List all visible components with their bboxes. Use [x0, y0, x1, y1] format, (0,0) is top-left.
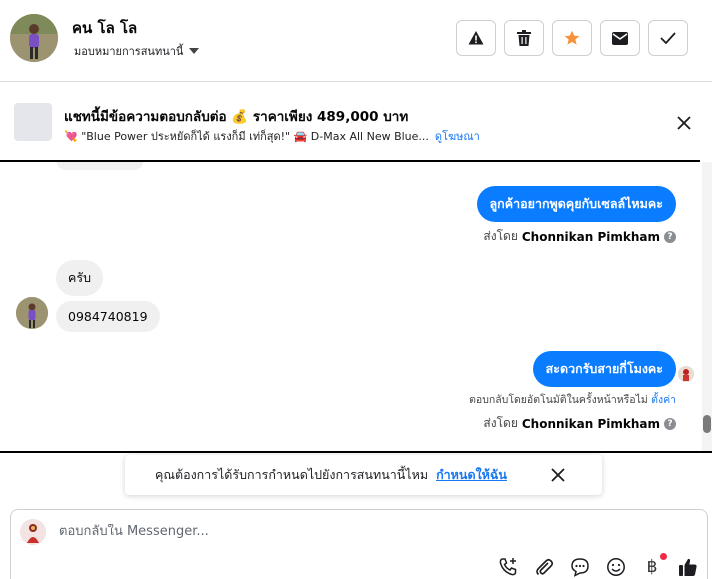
- ad-subtitle: 💘 "Blue Power ประหยัดก็ได้ แรงก็มี เท่ก็…: [64, 127, 480, 145]
- notification-dot: [660, 553, 667, 560]
- warning-icon: [468, 31, 484, 45]
- ad-title: แชทนี้มีข้อความตอบกลับต่อ 💰 ราคาเพียง 48…: [64, 109, 409, 125]
- mark-done-button[interactable]: [648, 20, 688, 56]
- check-icon: [660, 32, 676, 44]
- divider: [0, 451, 712, 453]
- emoji-button[interactable]: [605, 556, 627, 578]
- contact-avatar-small: [16, 297, 48, 329]
- ad-context-banner: แชทนี้มีข้อความตอบกลับต่อ 💰 ราคาเพียง 48…: [0, 83, 712, 161]
- auto-reply-note: ตอบกลับโดยอัตโนมัติในครั้งหน้าหรือไม่: [469, 394, 648, 406]
- header-actions: [456, 20, 688, 56]
- close-toast-button[interactable]: [548, 465, 568, 485]
- paperclip-icon: [536, 558, 554, 576]
- sender-name: Chonnikan Pimkham: [521, 229, 660, 244]
- mark-unread-button[interactable]: [600, 20, 640, 56]
- help-icon[interactable]: ?: [664, 230, 676, 243]
- report-button[interactable]: [456, 20, 496, 56]
- payment-button[interactable]: ฿: [641, 553, 667, 578]
- page-avatar: [20, 519, 46, 545]
- star-button[interactable]: [552, 20, 592, 56]
- auto-reply-prompt: ตอบกลับโดยอัตโนมัติในครั้งหน้าหรือไม่ ตั…: [469, 391, 676, 408]
- help-icon[interactable]: ?: [664, 417, 676, 430]
- close-icon: [551, 468, 565, 482]
- assign-conversation-dropdown[interactable]: มอบหมายการสนทนานี้: [74, 42, 200, 60]
- incoming-message-bubble[interactable]: ครับ: [56, 260, 104, 296]
- sent-by-prefix: ส่งโดย: [483, 229, 518, 243]
- add-call-button[interactable]: [497, 556, 519, 578]
- phone-plus-icon: [499, 558, 517, 576]
- envelope-icon: [612, 31, 628, 45]
- sent-by-label: ส่งโดย Chonnikan Pimkham ?: [483, 227, 676, 246]
- assign-prompt-text: คุณต้องการได้รับการกำหนดไปยังการสนทนานี้…: [155, 467, 429, 482]
- thumbs-up-icon: [679, 558, 697, 576]
- baht-icon: ฿: [646, 557, 658, 577]
- trash-icon: [517, 30, 531, 46]
- chevron-down-icon: [189, 48, 200, 54]
- close-banner-button[interactable]: [674, 113, 694, 133]
- delete-button[interactable]: [504, 20, 544, 56]
- like-button[interactable]: [677, 556, 699, 578]
- close-icon: [677, 116, 691, 130]
- ad-thumbnail[interactable]: [14, 103, 52, 141]
- outgoing-message-bubble[interactable]: ลูกค้าอยากพูดคุยกับเซลล์ไหมคะ: [476, 186, 676, 222]
- sender-name: Chonnikan Pimkham: [521, 416, 660, 431]
- message-composer: ฿: [10, 509, 708, 579]
- assign-label: มอบหมายการสนทนานี้: [74, 45, 184, 58]
- contact-name: คน โล โล: [72, 19, 138, 37]
- contact-avatar[interactable]: [10, 14, 58, 62]
- sent-by-label: ส่งโดย Chonnikan Pimkham ?: [483, 414, 676, 433]
- assign-prompt-toast: คุณต้องการได้รับการกำหนดไปยังการสนทนานี้…: [125, 455, 602, 495]
- scrollbar-thumb[interactable]: [703, 415, 711, 433]
- incoming-message-bubble[interactable]: 0984740819: [56, 301, 160, 332]
- message-thread[interactable]: ลูกค้าอยากพูดคุยกับเซลล์ไหมคะ ส่งโดย Cho…: [0, 162, 700, 451]
- sent-by-prefix: ส่งโดย: [483, 416, 518, 430]
- reply-input[interactable]: [59, 524, 579, 539]
- conversation-header: คน โล โล มอบหมายการสนทนานี้: [0, 0, 712, 82]
- assign-to-me-link[interactable]: กำหนดให้ฉัน: [436, 465, 507, 485]
- attach-button[interactable]: [533, 556, 555, 578]
- composer-tools: ฿: [497, 553, 699, 578]
- incoming-message-bubble[interactable]: [56, 162, 144, 170]
- view-ad-link[interactable]: ดูโฆษณา: [435, 130, 480, 143]
- seen-avatar: [678, 366, 694, 382]
- chat-bubble-icon: [571, 558, 589, 577]
- thread-scrollbar[interactable]: [702, 162, 712, 451]
- ad-description: 💘 "Blue Power ประหยัดก็ได้ แรงก็มี เท่ก็…: [64, 130, 429, 143]
- outgoing-message-bubble[interactable]: สะดวกรับสายกี่โมงคะ: [532, 351, 676, 387]
- auto-reply-settings-link[interactable]: ตั้งค่า: [651, 394, 676, 406]
- smiley-icon: [607, 558, 625, 576]
- saved-replies-button[interactable]: [569, 556, 591, 578]
- star-icon: [564, 30, 580, 45]
